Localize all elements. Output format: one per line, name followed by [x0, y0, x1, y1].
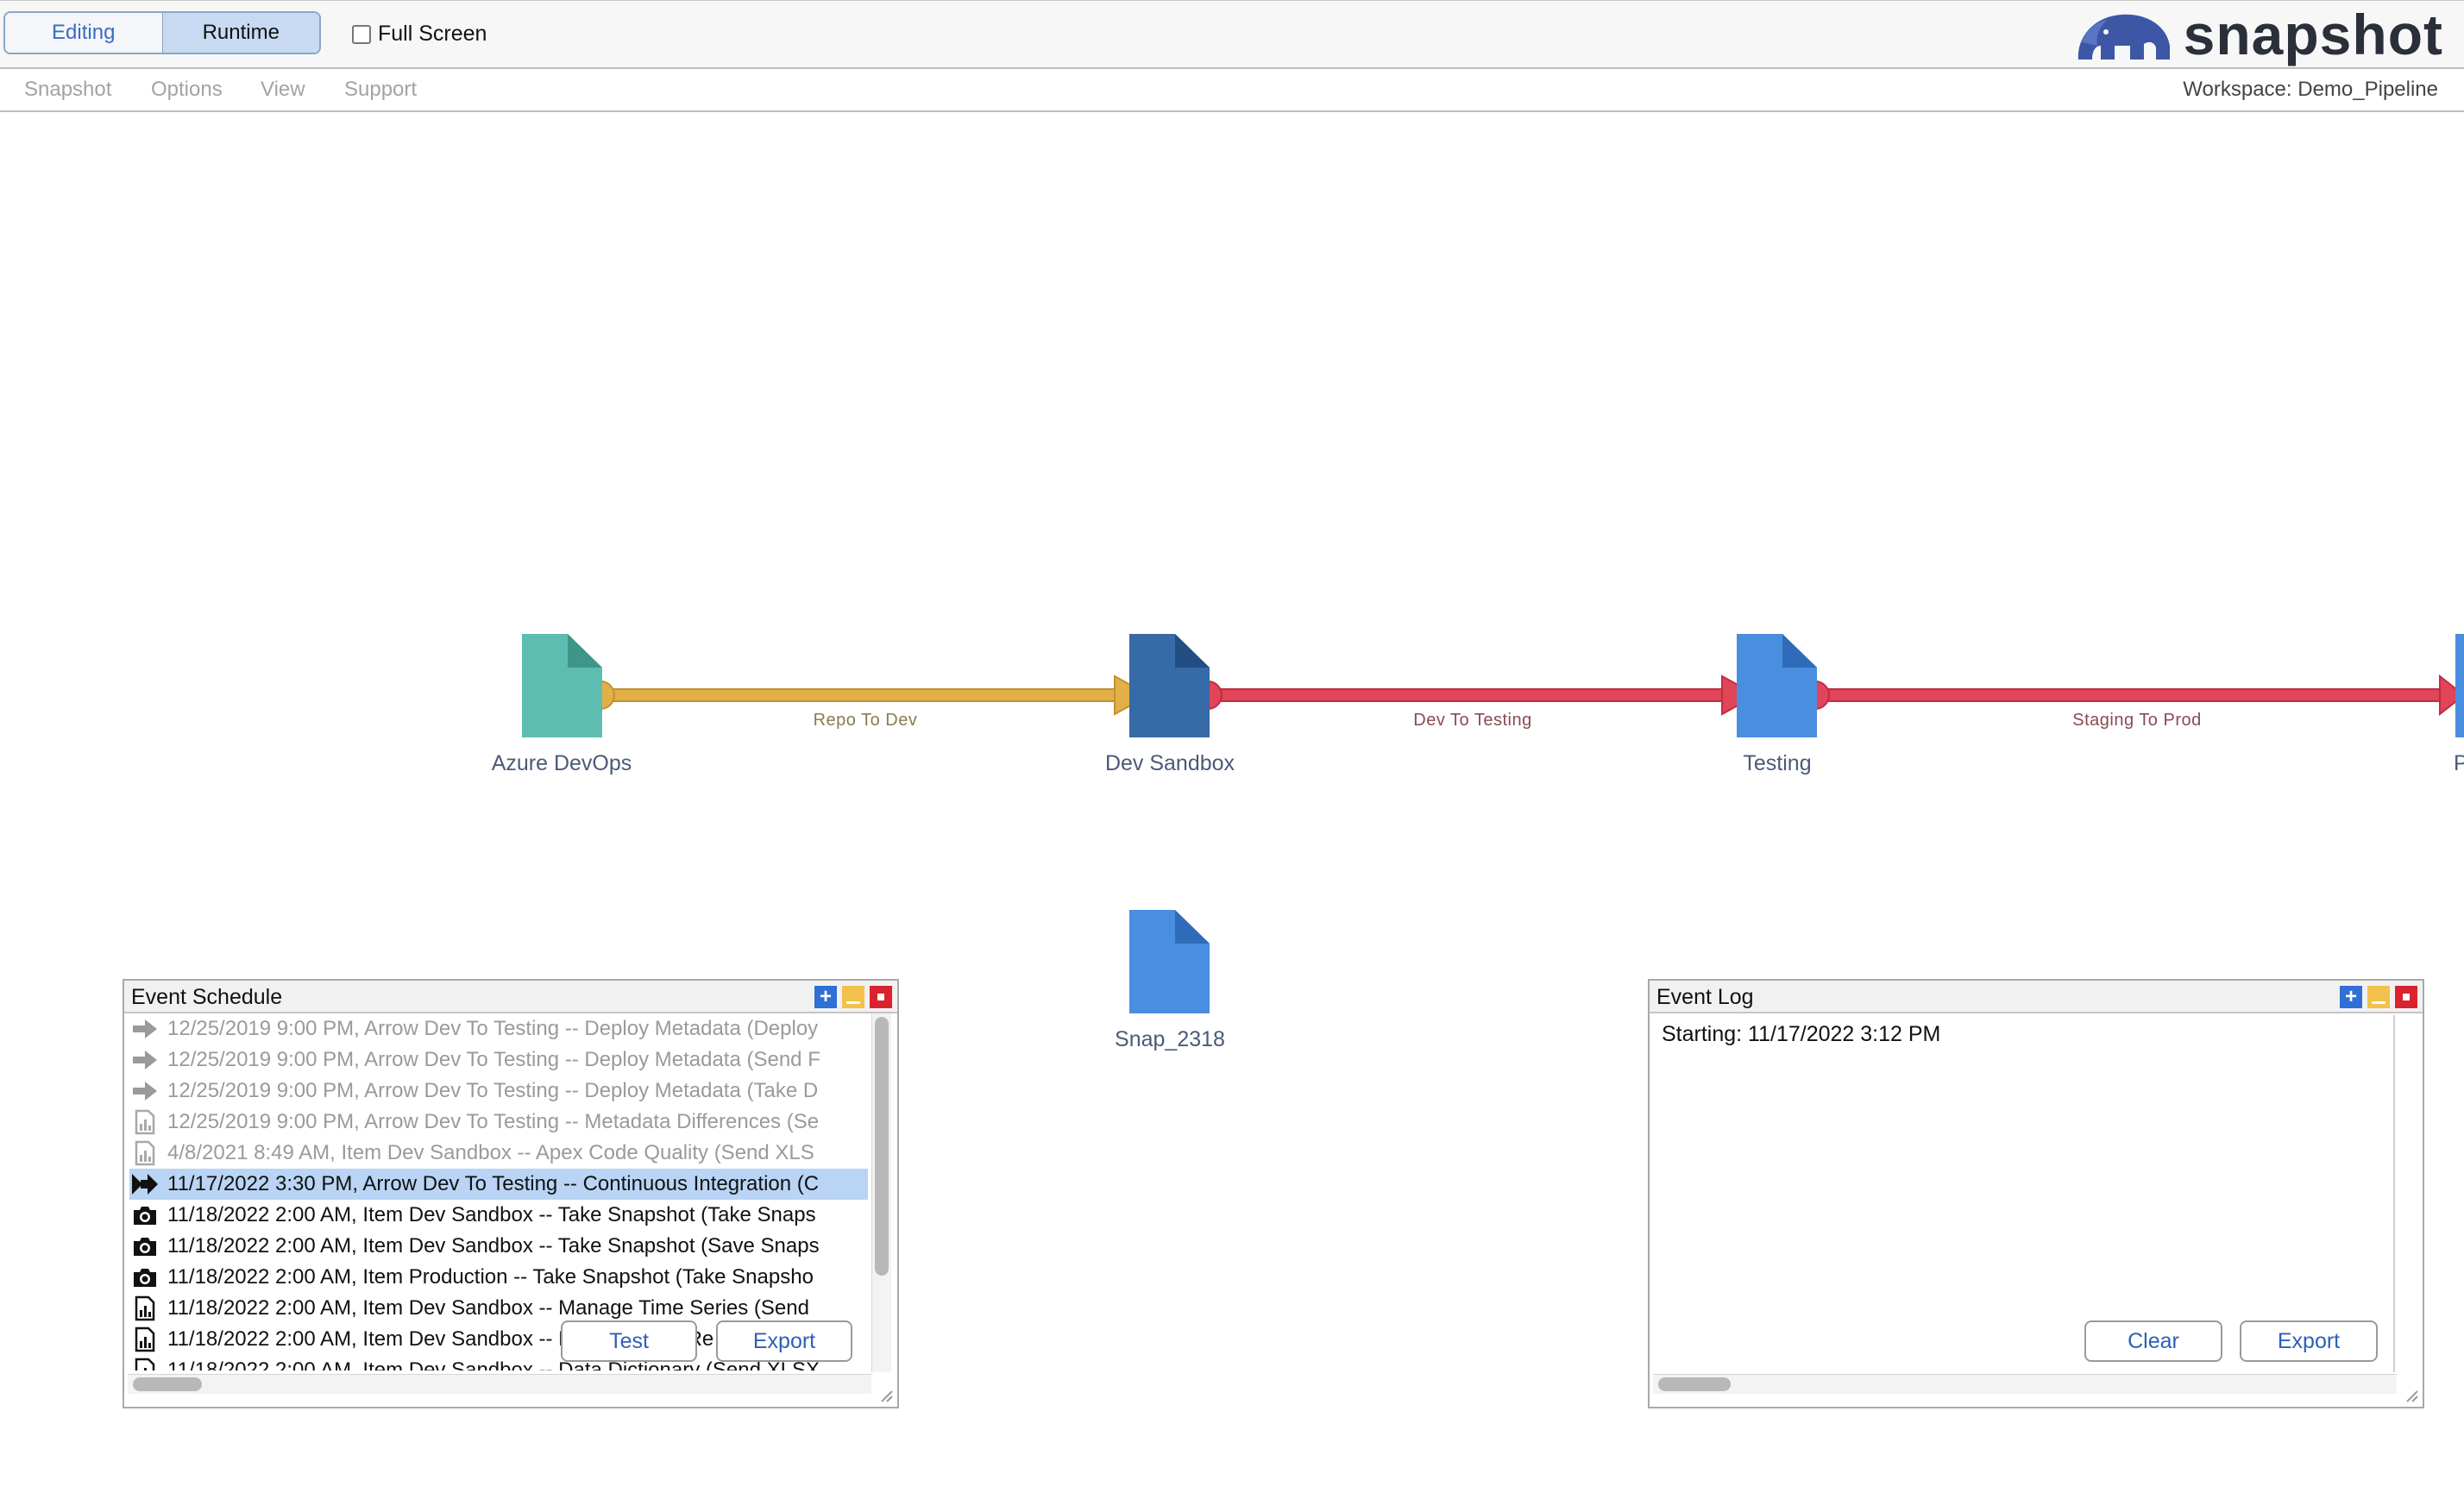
node-label-testing: Testing	[1743, 751, 1812, 775]
menu-support[interactable]: Support	[344, 78, 417, 102]
event-row-text: 11/18/2022 2:00 AM, Item Dev Sandbox -- …	[167, 1203, 816, 1226]
report-icon	[129, 1355, 160, 1370]
event-log-horizontal-scrollbar[interactable]	[1653, 1374, 2397, 1394]
event-row-text: 11/18/2022 2:00 AM, Item Dev Sandbox -- …	[167, 1234, 820, 1258]
menu-snapshot[interactable]: Snapshot	[24, 78, 111, 102]
connection-dev-to-testing[interactable]	[1193, 674, 1759, 716]
arrow-icon	[129, 1076, 160, 1107]
close-icon[interactable]	[870, 986, 892, 1008]
event-schedule-title: Event Schedule	[131, 985, 283, 1009]
camera-icon	[129, 1262, 160, 1293]
camera-icon	[129, 1231, 160, 1262]
minimize-icon[interactable]	[842, 986, 864, 1008]
node-azure-devops[interactable]	[522, 634, 602, 737]
workspace-label: Workspace: Demo_Pipeline	[2183, 78, 2438, 101]
minimize-icon[interactable]	[2367, 986, 2390, 1008]
event-schedule-horizontal-scrollbar[interactable]	[128, 1374, 871, 1394]
event-row[interactable]: 11/18/2022 2:00 AM, Item Dev Sandbox -- …	[129, 1293, 868, 1324]
event-row-selected[interactable]: 11/17/2022 3:30 PM, Arrow Dev To Testing…	[129, 1169, 868, 1200]
event-row[interactable]: 12/25/2019 9:00 PM, Arrow Dev To Testing…	[129, 1107, 868, 1138]
close-icon[interactable]	[2395, 986, 2417, 1008]
fullscreen-label: Full Screen	[378, 22, 487, 46]
event-row-text: 11/18/2022 2:00 AM, Item Production -- T…	[167, 1265, 814, 1289]
plus-icon[interactable]: +	[814, 986, 837, 1008]
event-log-title: Event Log	[1656, 985, 1754, 1009]
connection-staging-to-prod[interactable]	[1801, 674, 2464, 717]
event-schedule-panel: Event Schedule + 12/25/2019 9:00 PM, Arr…	[123, 979, 899, 1408]
node-label-snap-2318: Snap_2318	[1115, 1027, 1225, 1051]
file-corner-icon	[568, 634, 602, 668]
brand-logo: snapshot	[2073, 3, 2443, 66]
event-row-text: 11/18/2022 2:00 AM, Item Dev Sandbox -- …	[167, 1296, 809, 1320]
node-production[interactable]	[2455, 634, 2464, 737]
event-log-text: Starting: 11/17/2022 3:12 PM	[1662, 1022, 1941, 1046]
event-row-text: 12/25/2019 9:00 PM, Arrow Dev To Testing…	[167, 1048, 820, 1071]
event-row-text: 12/25/2019 9:00 PM, Arrow Dev To Testing…	[167, 1017, 819, 1040]
arrow-icon	[129, 1013, 160, 1044]
double-arrow-icon	[129, 1169, 160, 1200]
event-log-titlebar[interactable]: Event Log +	[1650, 981, 2423, 1013]
horizontal-scrollbar-thumb[interactable]	[1658, 1377, 1731, 1391]
node-dev-sandbox[interactable]	[1129, 634, 1210, 737]
horizontal-scrollbar-thumb[interactable]	[133, 1377, 202, 1391]
file-corner-icon	[1175, 910, 1210, 944]
event-schedule-list[interactable]: 12/25/2019 9:00 PM, Arrow Dev To Testing…	[129, 1013, 870, 1370]
event-row[interactable]: 12/25/2019 9:00 PM, Arrow Dev To Testing…	[129, 1076, 868, 1107]
event-row[interactable]: 11/18/2022 2:00 AM, Item Production -- T…	[129, 1262, 868, 1293]
connection-label-repo-to-dev: Repo To Dev	[813, 711, 918, 730]
report-icon	[129, 1324, 160, 1355]
vertical-scrollbar-thumb[interactable]	[875, 1017, 889, 1276]
export-log-button[interactable]: Export	[2240, 1320, 2378, 1362]
menu-view[interactable]: View	[261, 78, 305, 102]
event-schedule-titlebar[interactable]: Event Schedule +	[124, 981, 897, 1013]
top-toolbar: Editing Runtime Full Screen snapshot	[0, 0, 2464, 69]
node-testing[interactable]	[1737, 634, 1817, 737]
editing-mode-button[interactable]: Editing	[5, 13, 163, 53]
file-corner-icon	[1175, 634, 1210, 668]
connection-label-dev-to-testing: Dev To Testing	[1413, 711, 1532, 730]
event-row[interactable]: 11/18/2022 2:00 AM, Item Dev Sandbox -- …	[129, 1231, 868, 1262]
fullscreen-checkbox[interactable]	[352, 24, 371, 44]
event-log-textarea[interactable]: Starting: 11/17/2022 3:12 PM	[1653, 1015, 2395, 1372]
plus-icon[interactable]: +	[2340, 986, 2362, 1008]
test-button[interactable]: Test	[561, 1320, 697, 1362]
report-icon	[129, 1138, 160, 1169]
runtime-mode-button[interactable]: Runtime	[162, 13, 319, 53]
resize-grip-icon[interactable]	[2405, 1389, 2419, 1403]
event-schedule-vertical-scrollbar[interactable]	[871, 1013, 891, 1372]
connection-label-staging-to-prod: Staging To Prod	[2072, 711, 2202, 730]
node-snap-2318[interactable]	[1129, 910, 1210, 1013]
mode-toggle: Editing Runtime	[3, 11, 321, 54]
event-row[interactable]: 12/25/2019 9:00 PM, Arrow Dev To Testing…	[129, 1013, 868, 1044]
elephant-logo-icon	[2077, 14, 2170, 60]
camera-icon	[129, 1200, 160, 1231]
resize-grip-icon[interactable]	[880, 1389, 894, 1403]
node-label-dev-sandbox: Dev Sandbox	[1104, 751, 1235, 775]
event-log-panel: Event Log + Starting: 11/17/2022 3:12 PM…	[1648, 979, 2424, 1408]
event-row-text: 4/8/2021 8:49 AM, Item Dev Sandbox -- Ap…	[167, 1141, 814, 1164]
event-row-text: 11/17/2022 3:30 PM, Arrow Dev To Testing…	[167, 1172, 820, 1195]
fullscreen-toggle[interactable]: Full Screen	[352, 22, 487, 47]
menu-bar: Snapshot Options View Support Workspace:…	[0, 69, 2464, 112]
connection-repo-to-dev[interactable]	[586, 674, 1152, 716]
brand-name: snapshot	[2183, 3, 2443, 66]
arrow-icon	[129, 1044, 160, 1076]
clear-button[interactable]: Clear	[2084, 1320, 2222, 1362]
report-icon	[129, 1107, 160, 1138]
menu-options[interactable]: Options	[151, 78, 223, 102]
report-icon	[129, 1293, 160, 1324]
node-label-production: Pr	[2454, 751, 2464, 775]
node-label-azure-devops: Azure DevOps	[491, 751, 632, 775]
event-row-text: 12/25/2019 9:00 PM, Arrow Dev To Testing…	[167, 1079, 819, 1102]
export-schedule-button[interactable]: Export	[716, 1320, 852, 1362]
event-row[interactable]: 4/8/2021 8:49 AM, Item Dev Sandbox -- Ap…	[129, 1138, 868, 1169]
file-corner-icon	[1782, 634, 1817, 668]
event-row[interactable]: 12/25/2019 9:00 PM, Arrow Dev To Testing…	[129, 1044, 868, 1076]
event-row[interactable]: 11/18/2022 2:00 AM, Item Dev Sandbox -- …	[129, 1200, 868, 1231]
event-row-text: 12/25/2019 9:00 PM, Arrow Dev To Testing…	[167, 1110, 820, 1133]
